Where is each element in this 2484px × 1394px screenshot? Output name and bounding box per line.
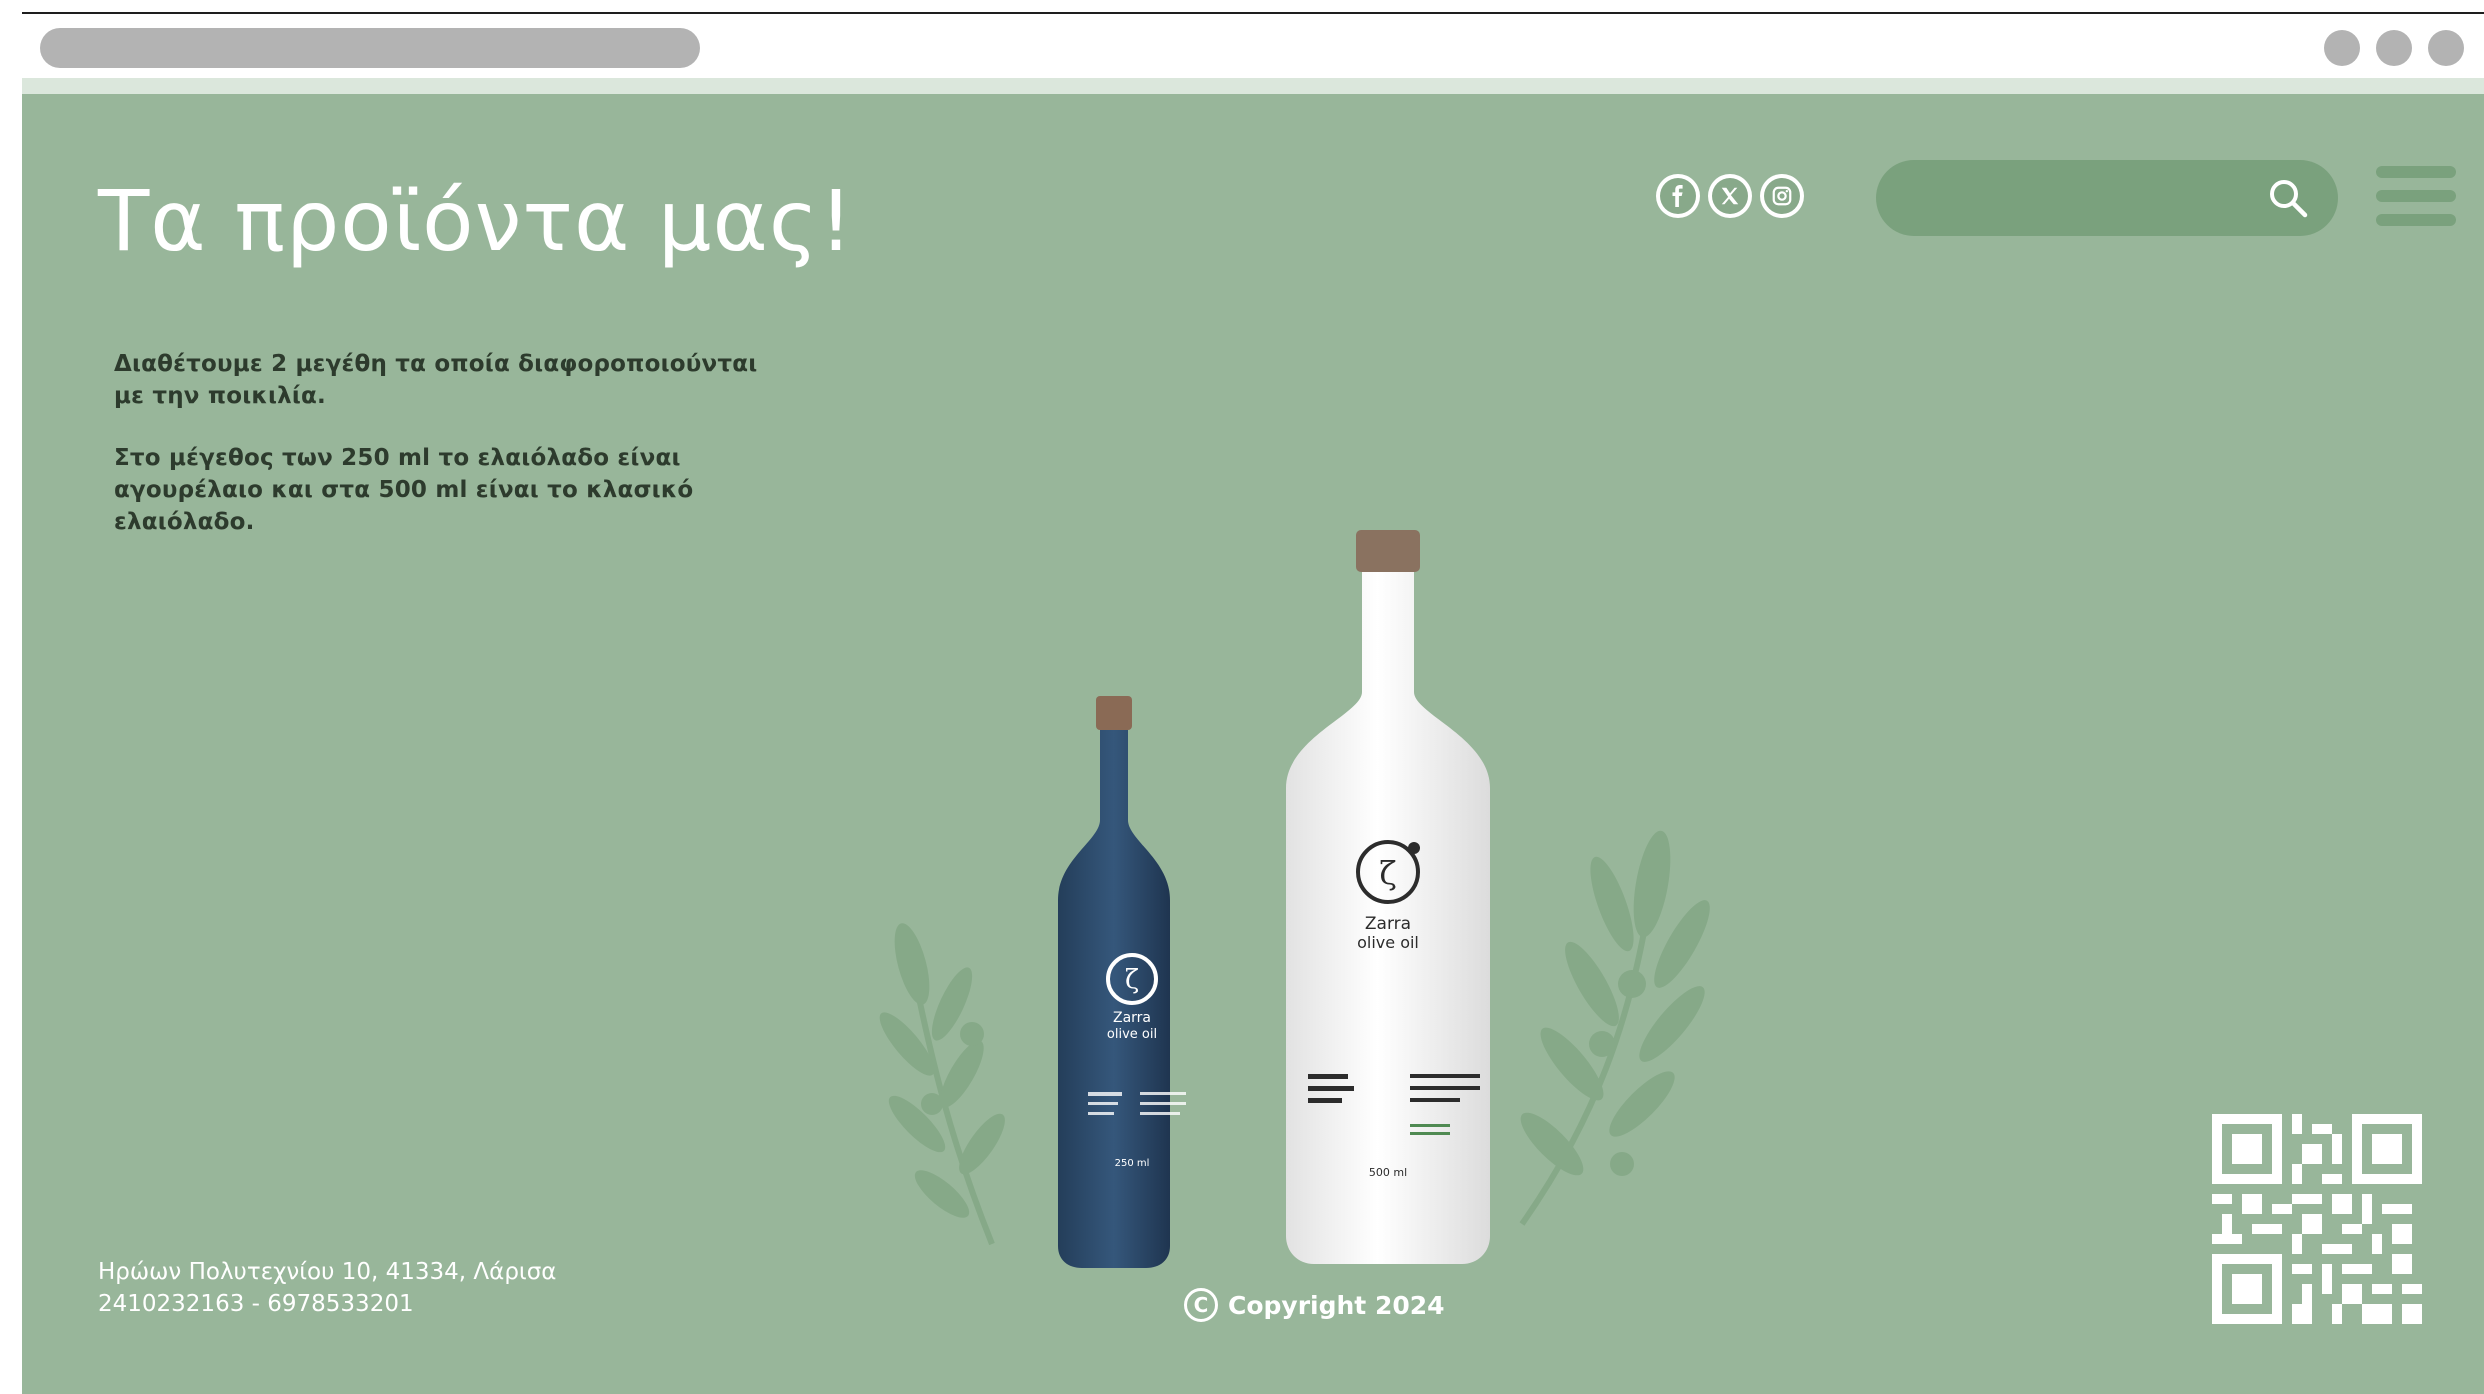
qr-code-icon[interactable] [2212,1114,2422,1324]
intro-paragraph: Διαθέτουμε 2 μεγέθη τα οποία διαφοροποιο… [114,351,758,409]
svg-text:ζ: ζ [1125,965,1139,995]
window-control-dot[interactable] [2428,30,2464,66]
contact-address: Ηρώων Πολυτεχνίου 10, 41334, Λάρισα 2410… [98,1256,556,1320]
svg-text:250 ml: 250 ml [1115,1158,1150,1169]
svg-text:Zarra: Zarra [1113,1010,1151,1026]
bottle-250ml: ζ Zarra olive oil 250 ml [1058,696,1186,1268]
window-control-dot[interactable] [2376,30,2412,66]
bottle-500ml: ζ Zarra olive oil 500 ml [1286,530,1490,1264]
svg-text:olive oil: olive oil [1357,933,1419,952]
svg-text:ζ: ζ [1379,854,1396,892]
phone-line: 2410232163 - 6978533201 [98,1291,414,1317]
browser-chrome-divider [22,78,2484,94]
olive-branch-right [1519,830,1710,1226]
facebook-link[interactable] [1656,174,1700,218]
address-bar[interactable] [40,28,700,68]
product-bottles-image: ζ Zarra olive oil 250 ml ζ Zarra olive o… [879,530,1710,1268]
address-line: Ηρώων Πολυτεχνίου 10, 41334, Λάρισα [98,1259,557,1285]
x-icon [1712,178,1748,214]
copyright-text: Copyright 2024 [1228,1290,1445,1320]
intro-paragraph: Στο μέγεθος των 250 ml το ελαιόλαδο είνα… [114,445,694,535]
copyright-icon: C [1184,1288,1218,1322]
svg-text:Zarra: Zarra [1365,914,1411,934]
intro-text: Διαθέτουμε 2 μεγέθη τα οποία διαφοροποιο… [114,348,774,568]
instagram-icon [1764,178,1800,214]
search-icon[interactable] [2266,176,2310,220]
page-title: Τα προϊόντα μας! [98,172,854,270]
page-content: Τα προϊόντα μας! Διαθέτουμε 2 μεγέθη τα … [22,94,2484,1394]
facebook-icon [1660,178,1696,214]
instagram-link[interactable] [1760,174,1804,218]
window-control-dot[interactable] [2324,30,2360,66]
search-input[interactable] [1906,174,2240,224]
svg-text:500 ml: 500 ml [1369,1166,1407,1179]
svg-text:olive oil: olive oil [1107,1027,1157,1042]
hamburger-menu-icon[interactable] [2376,166,2456,226]
search-bar [1876,160,2338,236]
x-link[interactable] [1708,174,1752,218]
olive-branch-left [879,923,1005,1246]
copyright: C Copyright 2024 [1184,1288,1445,1322]
social-links [1656,174,1804,218]
